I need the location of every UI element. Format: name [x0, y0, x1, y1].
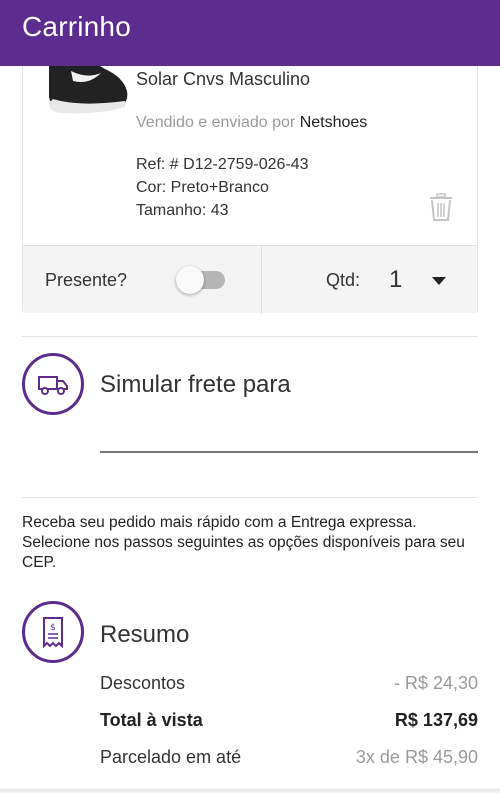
receipt-icon: $ [43, 617, 63, 648]
summary-title: Resumo [100, 621, 190, 648]
gift-toggle-knob[interactable] [176, 266, 204, 294]
seller-line: Vendido e enviado por Netshoes [136, 114, 367, 132]
summary-icon-circle: $ [22, 601, 84, 663]
product-color: Cor: Preto+Branco [136, 179, 269, 196]
cep-input[interactable] [100, 451, 478, 453]
divider [22, 336, 478, 337]
total-label: Total à vista [100, 710, 203, 730]
express-delivery-info: Receba seu pedido mais rápido com a Entr… [22, 514, 465, 571]
app-bar: Carrinho [0, 0, 500, 66]
discount-label: Descontos [100, 673, 186, 693]
product-ref: Ref: # D12-2759-026-43 [136, 156, 309, 173]
chevron-down-icon[interactable] [432, 277, 446, 285]
quantity-select[interactable]: 1 [389, 266, 402, 294]
bottom-edge [0, 789, 500, 793]
seller-name: Netshoes [299, 114, 368, 131]
product-size: Tamanho: 43 [136, 202, 229, 219]
truck-icon [38, 376, 68, 395]
divider [261, 246, 262, 314]
svg-text:$: $ [50, 623, 56, 633]
installments-label: Parcelado em até [100, 747, 242, 767]
quantity-label: Qtd: [326, 270, 361, 290]
gift-label: Presente? [45, 270, 128, 290]
seller-prefix: Vendido e enviado por [136, 114, 296, 131]
discount-value: - R$ 24,30 [393, 673, 478, 693]
item-options-bar: Presente? Qtd: 1 [23, 245, 477, 314]
trash-icon[interactable] [428, 193, 454, 221]
divider [22, 497, 478, 498]
total-value: R$ 137,69 [394, 710, 478, 730]
discount-row: Descontos - R$ 24,30 [100, 673, 478, 694]
installments-row: Parcelado em até 3x de R$ 45,90 [100, 747, 478, 768]
installments-value: 3x de R$ 45,90 [355, 747, 478, 767]
page-title: Carrinho [22, 11, 131, 42]
cart-item-card: Solar Cnvs Masculino Vendido e enviado p… [22, 50, 478, 314]
shipping-icon-circle [22, 353, 84, 415]
total-row: Total à vista R$ 137,69 [100, 710, 478, 731]
product-name[interactable]: Solar Cnvs Masculino [136, 69, 310, 90]
shipping-title: Simular frete para [100, 371, 291, 398]
